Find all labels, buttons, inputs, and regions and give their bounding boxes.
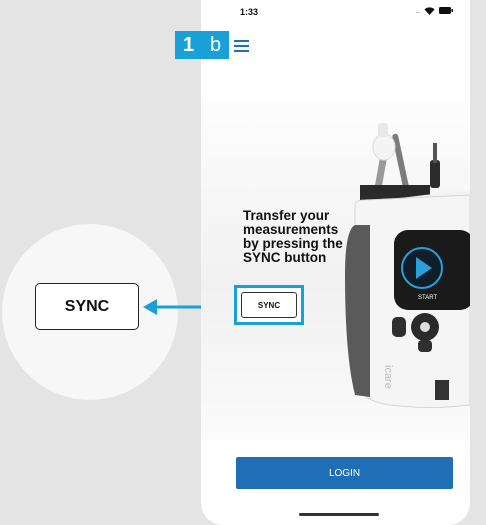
device-brand-label: icare bbox=[382, 365, 394, 389]
wifi-icon bbox=[424, 6, 435, 15]
step-number: 1 bbox=[175, 31, 202, 59]
home-indicator bbox=[299, 513, 379, 516]
status-time: 1:33 bbox=[240, 7, 259, 17]
login-button[interactable]: LOGIN bbox=[236, 457, 453, 489]
menu-icon[interactable] bbox=[234, 40, 249, 52]
sync-highlight-frame: SYNC bbox=[234, 285, 304, 325]
tonometer-device-image: START icare bbox=[345, 123, 470, 408]
status-icons: .... bbox=[415, 6, 453, 15]
battery-icon bbox=[439, 7, 453, 14]
sync-button-magnified: SYNC bbox=[35, 283, 139, 330]
phone-screen: 1:33 .... START icare Transfer your meas… bbox=[201, 0, 470, 525]
step-badge: 1 b bbox=[175, 31, 229, 59]
device-start-label: START bbox=[418, 295, 437, 301]
signal-dots: .... bbox=[415, 6, 421, 15]
sync-button[interactable]: SYNC bbox=[241, 292, 297, 318]
step-letter: b bbox=[202, 31, 229, 59]
instruction-headline: Transfer your measurements by pressing t… bbox=[243, 208, 343, 265]
status-bar: 1:33 .... bbox=[201, 0, 470, 22]
